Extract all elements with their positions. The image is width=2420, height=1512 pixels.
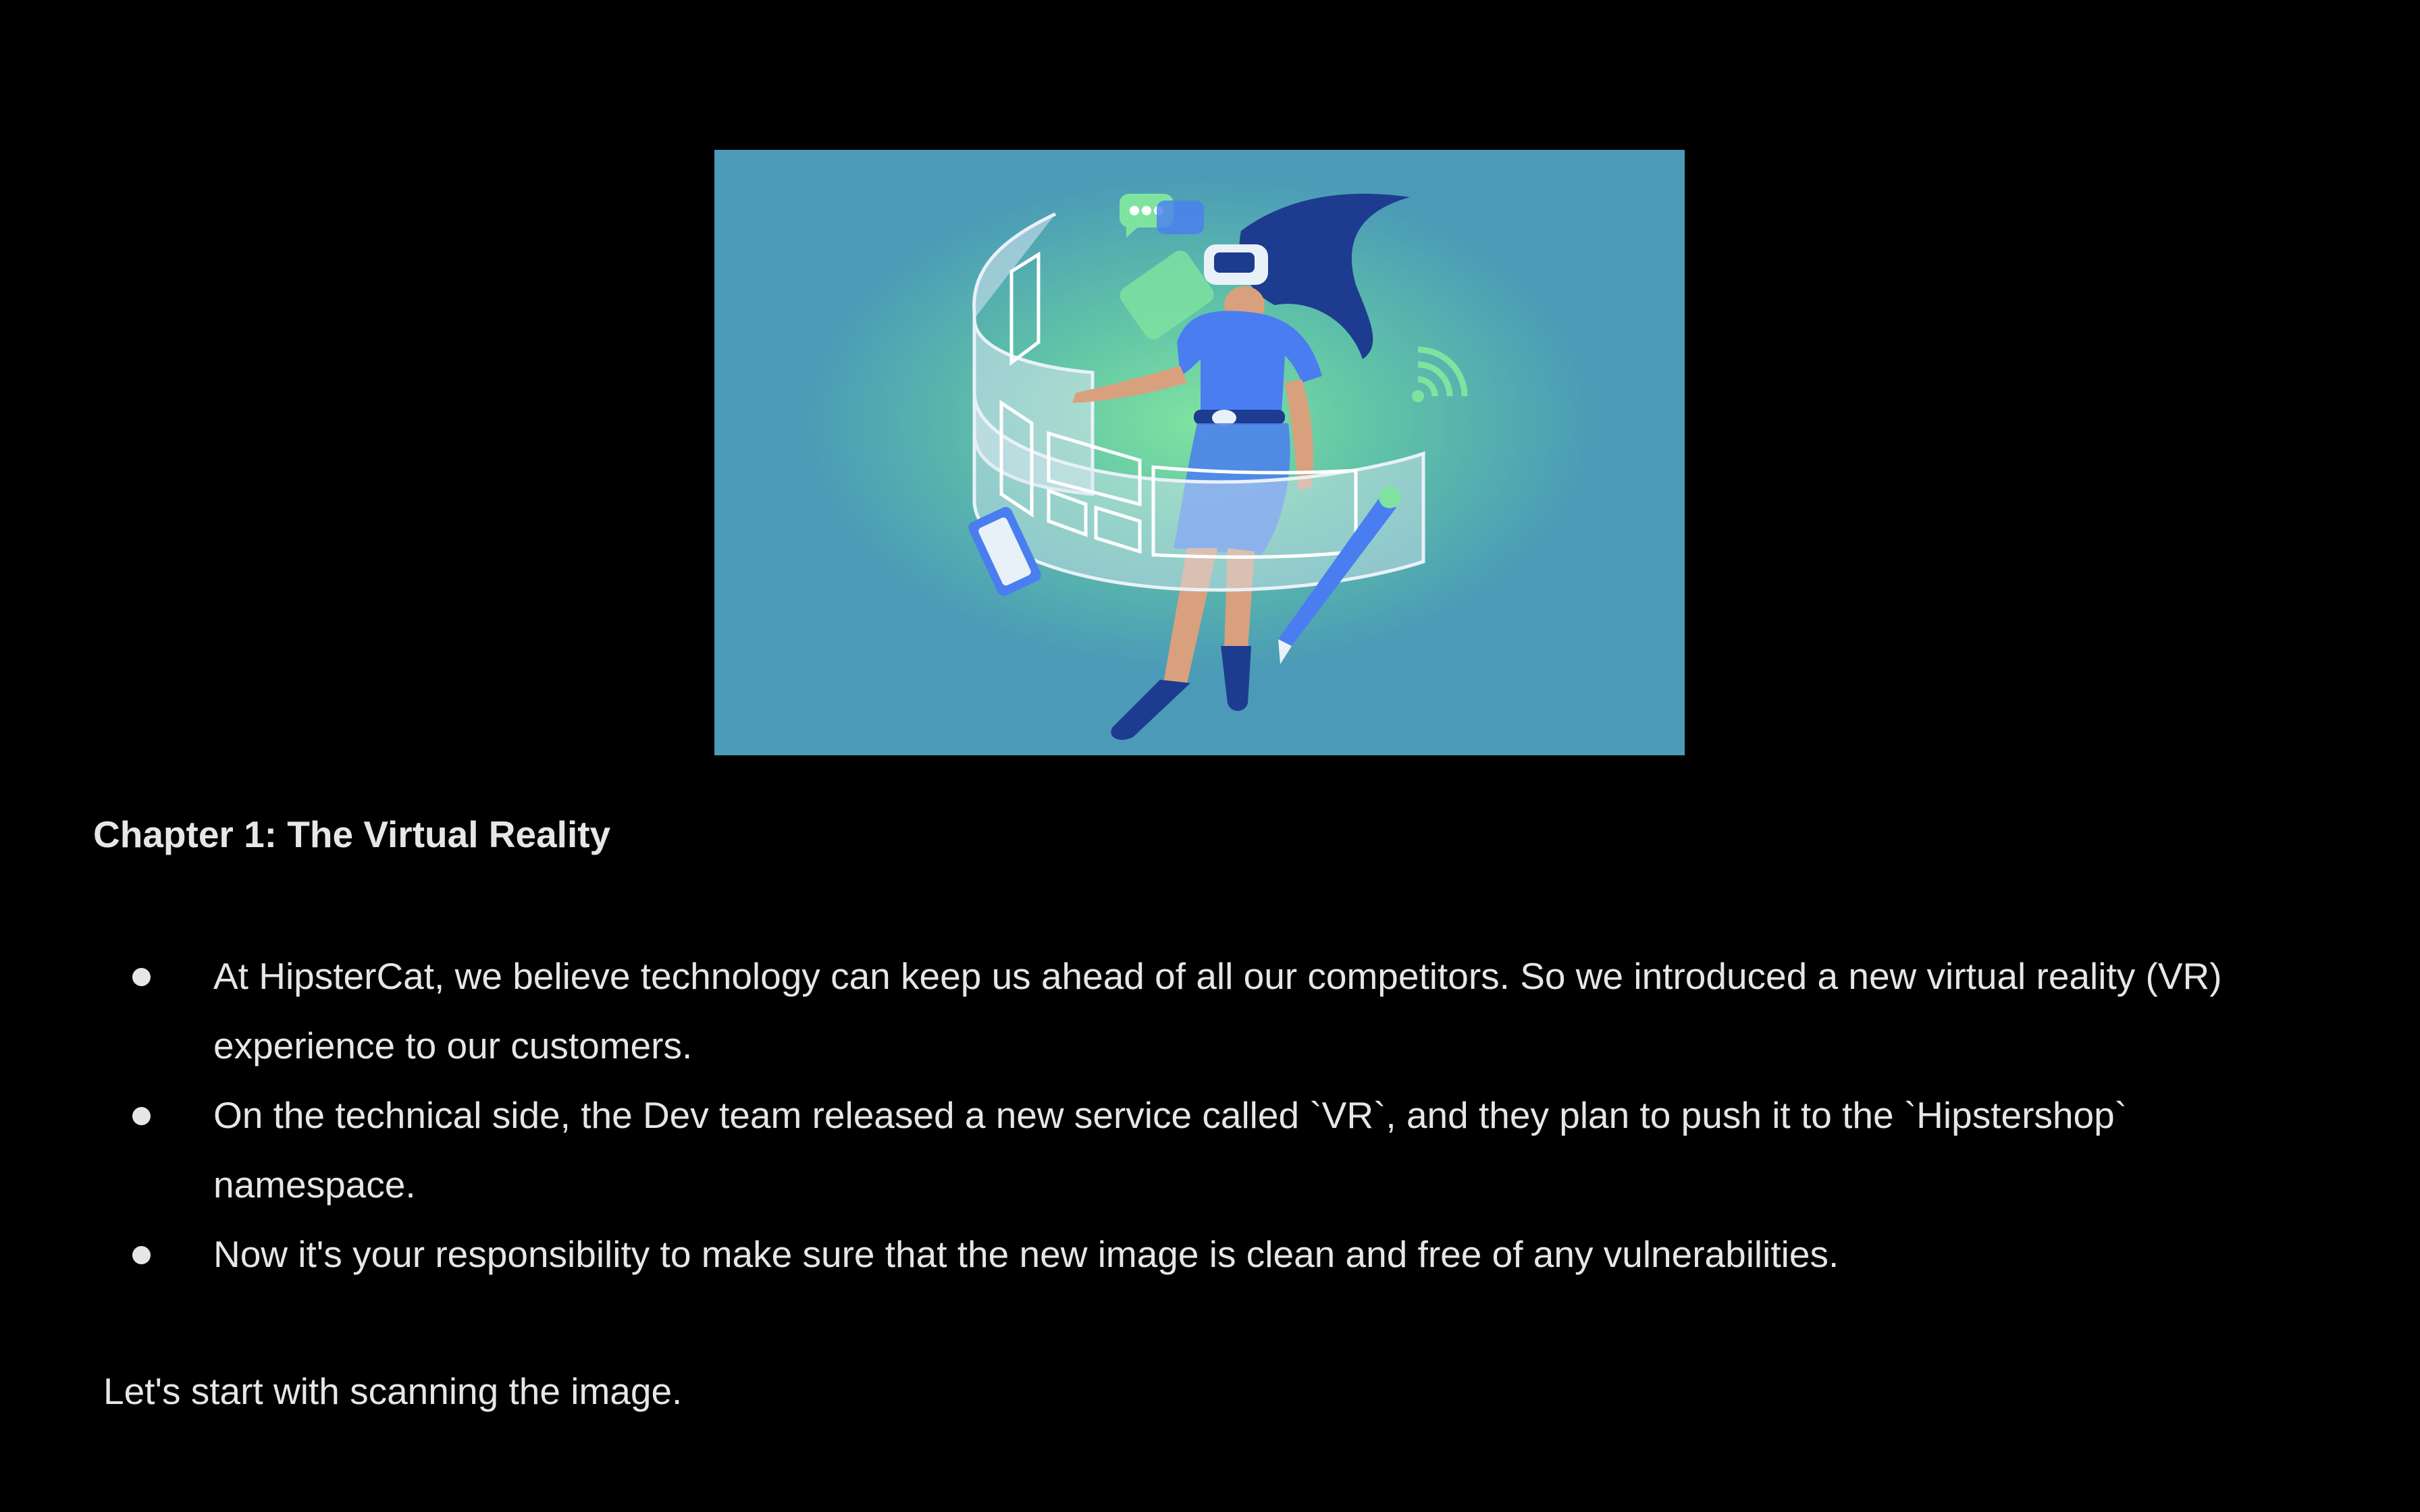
belt (1194, 410, 1285, 425)
closing-paragraph: Let's start with scanning the image. (103, 1370, 683, 1412)
list-item: Now it's your responsibility to make sur… (0, 1220, 2420, 1289)
list-item: At HipsterCat, we believe technology can… (0, 942, 2420, 1081)
bullet-icon (132, 1107, 151, 1125)
bullet-text: On the technical side, the Dev team rele… (213, 1094, 2127, 1206)
bullet-text: At HipsterCat, we believe technology can… (213, 955, 2222, 1066)
vr-illustration-icon (714, 150, 1685, 755)
vr-illustration-image (714, 150, 1685, 755)
bullet-list: At HipsterCat, we believe technology can… (0, 942, 2420, 1289)
list-item: On the technical side, the Dev team rele… (0, 1081, 2420, 1220)
vr-visor (1214, 252, 1255, 273)
bullet-icon (132, 1246, 151, 1264)
chapter-title: Chapter 1: The Virtual Reality (93, 813, 611, 855)
bullet-text: Now it's your responsibility to make sur… (213, 1233, 1839, 1275)
bullet-icon (132, 968, 151, 986)
